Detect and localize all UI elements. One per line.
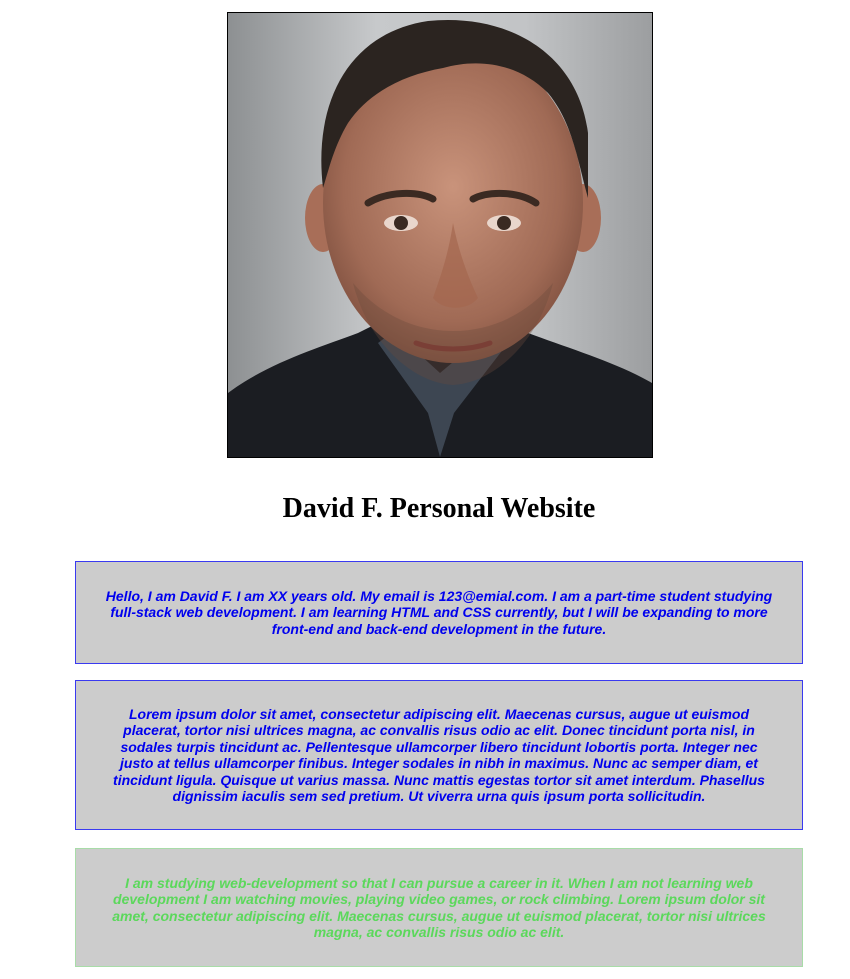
intro-text: Hello, I am David F. I am XX years old. … bbox=[105, 587, 773, 637]
study-text: I am studying web-development so that I … bbox=[112, 874, 766, 941]
study-section: I am studying web-development so that I … bbox=[75, 848, 803, 967]
intro-section: Hello, I am David F. I am XX years old. … bbox=[75, 561, 803, 664]
profile-photo bbox=[227, 12, 653, 458]
lorem-text: Lorem ipsum dolor sit amet, consectetur … bbox=[113, 705, 765, 805]
lorem-section: Lorem ipsum dolor sit amet, consectetur … bbox=[75, 680, 803, 830]
page-title: David F. Personal Website bbox=[282, 493, 596, 524]
